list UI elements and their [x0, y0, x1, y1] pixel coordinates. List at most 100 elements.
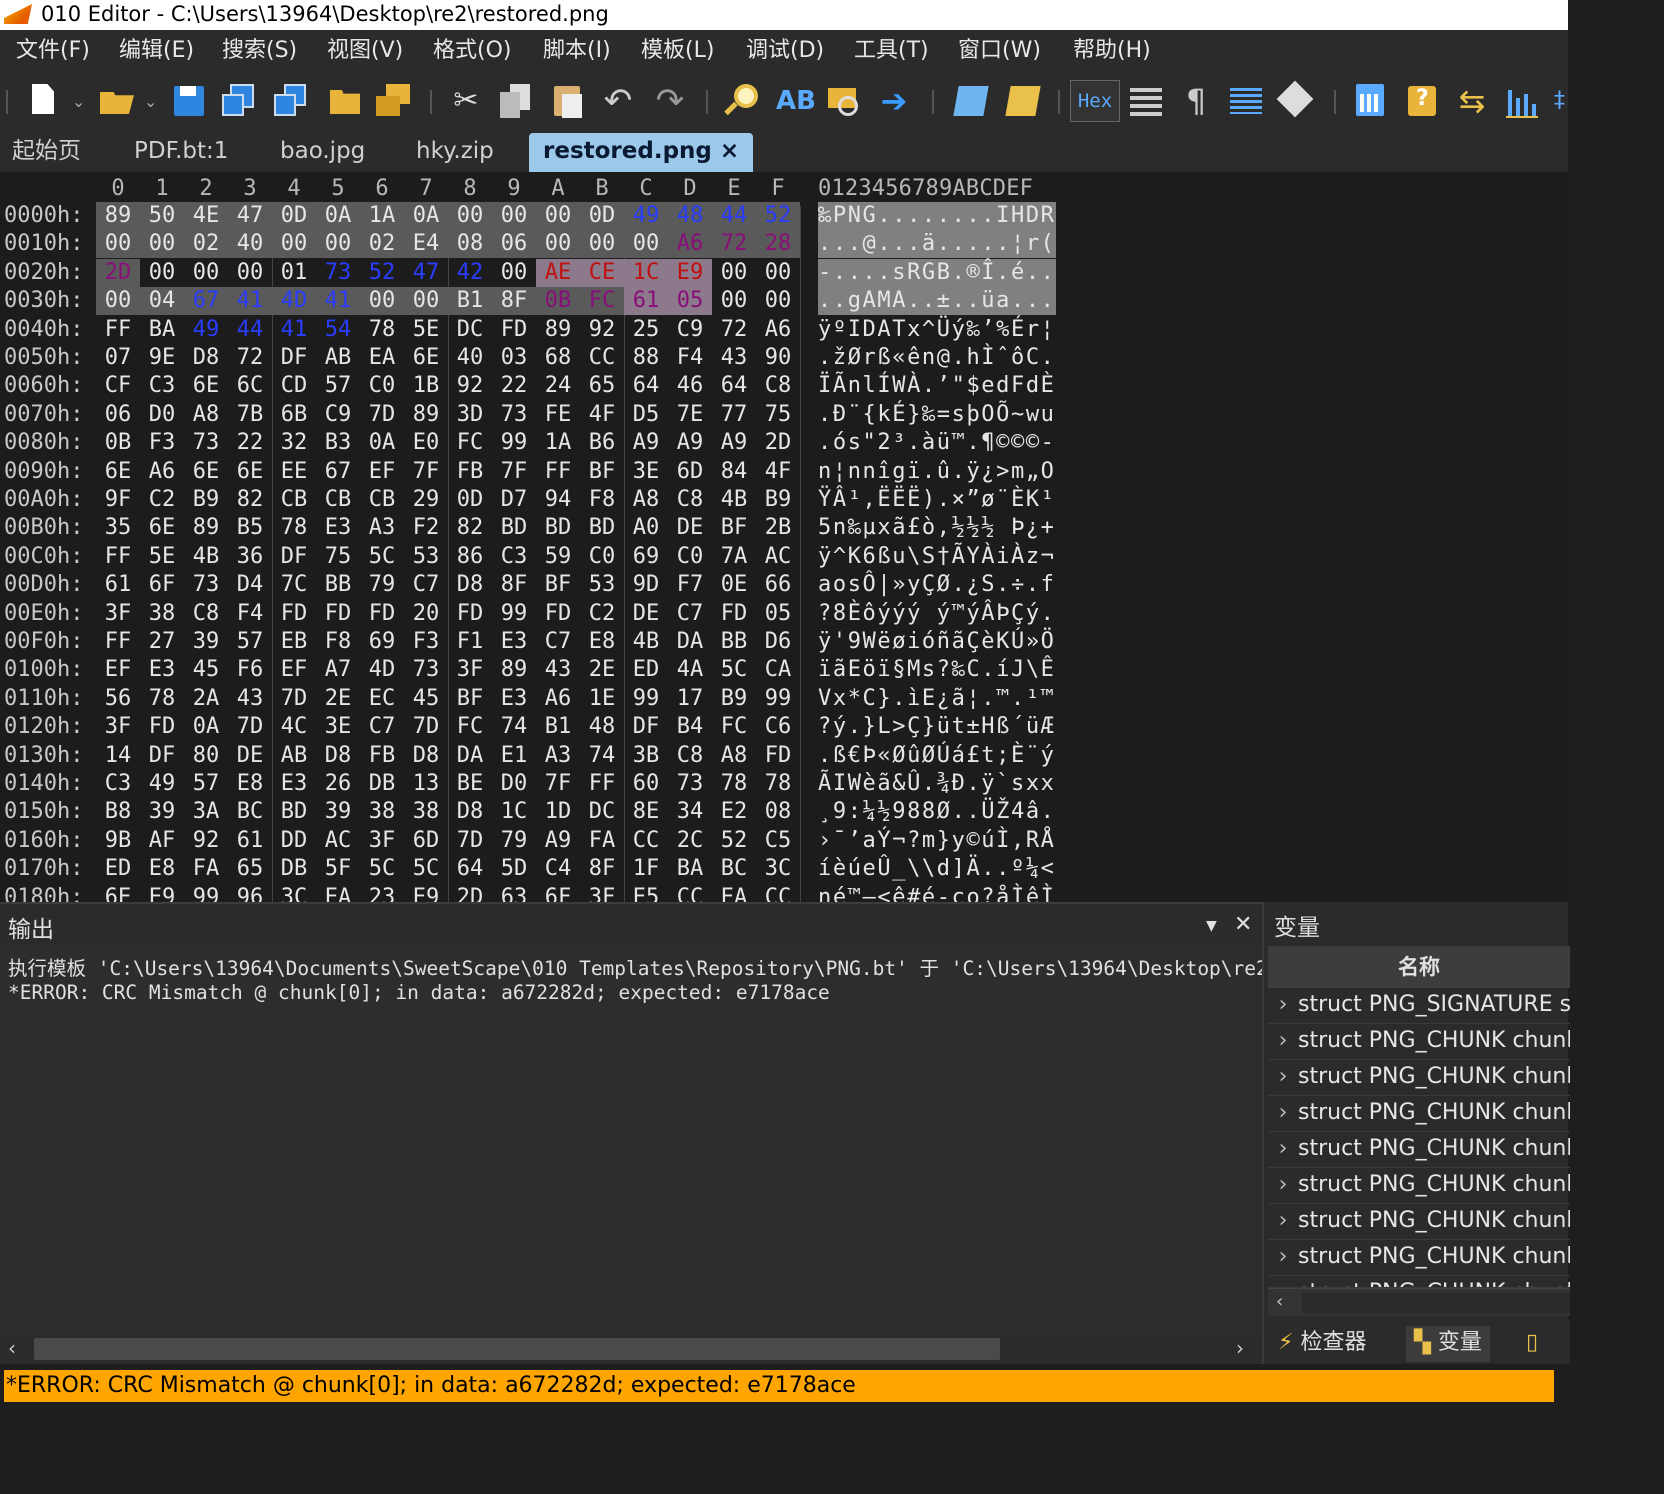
hex-byte[interactable]: 01	[272, 259, 316, 287]
hex-ascii-text[interactable]: ?8Èôýýý ý™ýÂÞÇý.	[818, 600, 1056, 628]
hex-byte[interactable]: 43	[712, 344, 756, 372]
hex-byte[interactable]: 45	[404, 685, 448, 713]
hex-byte[interactable]: E9	[668, 258, 712, 287]
hex-byte[interactable]: 88	[624, 344, 668, 372]
hex-byte[interactable]: A9	[668, 429, 712, 457]
hex-byte[interactable]: FD	[140, 713, 184, 741]
hex-byte[interactable]: 92	[580, 316, 624, 344]
hex-byte[interactable]: 73	[316, 259, 360, 287]
hex-byte[interactable]: 57	[228, 628, 272, 656]
variables-name-column-header[interactable]: 名称	[1268, 946, 1570, 988]
hex-ascii-text[interactable]: .ós"2³.àü™.¶©©©-	[818, 429, 1056, 457]
hex-byte[interactable]: E3	[316, 514, 360, 542]
hex-byte[interactable]: FF	[96, 628, 140, 656]
scroll-left-chevron-icon[interactable]: ‹	[1276, 1291, 1283, 1312]
hex-byte[interactable]: 1E	[580, 685, 624, 713]
hex-byte[interactable]: 44	[712, 202, 756, 230]
expand-chevron-icon[interactable]: ›	[1268, 1060, 1298, 1094]
hex-ascii-text[interactable]: né™–<ê#é-co?åÌêÌ	[818, 884, 1056, 902]
hex-byte[interactable]: DA	[448, 742, 492, 770]
hex-byte[interactable]: DB	[360, 770, 404, 798]
hex-byte[interactable]: BD	[492, 514, 536, 542]
replace-icon[interactable]: AB	[776, 82, 816, 120]
hex-byte[interactable]: FF	[536, 458, 580, 486]
hex-byte[interactable]: 1C	[624, 258, 668, 287]
hex-byte[interactable]: 2E	[316, 685, 360, 713]
variable-row[interactable]: ›struct PNG_CHUNK chunk[6]	[1268, 1240, 1570, 1276]
close-tab-icon[interactable]: ×	[720, 138, 739, 164]
hex-byte[interactable]: 00	[536, 230, 580, 259]
hex-ascii-text[interactable]: ŸÂ¹‚ËËË).×”ø¨ÈK¹	[818, 486, 1056, 514]
hex-byte[interactable]: 2D	[448, 884, 492, 902]
hex-byte[interactable]: FE	[536, 401, 580, 429]
hex-byte[interactable]: A0	[624, 514, 668, 542]
hex-ascii-text[interactable]: ‰PNG........IHDR	[818, 202, 1056, 230]
hex-byte[interactable]: 72	[712, 316, 756, 344]
overflow-toolbar-icon[interactable]: ‡	[1554, 82, 1568, 120]
hex-byte[interactable]: E8	[228, 770, 272, 798]
hex-byte[interactable]: 8E	[624, 798, 668, 826]
hex-byte[interactable]: CE	[580, 258, 624, 287]
menu-edit[interactable]: 编辑(E)	[119, 36, 194, 66]
hex-byte[interactable]: EB	[272, 628, 316, 656]
hex-byte[interactable]: B4	[668, 713, 712, 741]
menu-debug[interactable]: 调试(D)	[746, 36, 824, 66]
hex-byte[interactable]: 7D	[448, 827, 492, 855]
hex-byte[interactable]: C0	[360, 372, 404, 400]
hex-byte[interactable]: C8	[668, 486, 712, 514]
hex-byte[interactable]: 27	[140, 628, 184, 656]
hex-byte[interactable]: F2	[404, 514, 448, 542]
hex-byte[interactable]: BC	[228, 798, 272, 826]
hex-byte[interactable]: 07	[96, 344, 140, 372]
expand-chevron-icon[interactable]: ›	[1268, 1204, 1298, 1238]
copy-icon[interactable]	[498, 82, 534, 120]
variable-row[interactable]: ›struct PNG_CHUNK chunk[5]	[1268, 1204, 1570, 1240]
hex-byte[interactable]: C9	[316, 401, 360, 429]
hex-byte[interactable]: 3D	[448, 401, 492, 429]
hex-byte[interactable]: 6E	[184, 372, 228, 400]
hex-byte[interactable]: 6F	[536, 884, 580, 902]
cut-icon[interactable]: ✂	[448, 82, 484, 120]
hex-byte[interactable]: 0D	[448, 486, 492, 514]
hex-byte[interactable]: 64	[712, 372, 756, 400]
hex-byte[interactable]: 63	[492, 884, 536, 902]
hex-byte[interactable]: A9	[712, 429, 756, 457]
hex-byte[interactable]: D8	[184, 344, 228, 372]
hex-ascii-text[interactable]: ...@...ä.....¦r(	[818, 230, 1056, 259]
expand-chevron-icon[interactable]: ›	[1268, 1096, 1298, 1130]
menu-window[interactable]: 窗口(W)	[958, 36, 1041, 66]
hex-byte[interactable]: 7E	[668, 401, 712, 429]
tab-more[interactable]: ▯	[1526, 1326, 1538, 1362]
hex-byte[interactable]: ED	[96, 855, 140, 883]
hex-byte[interactable]: 05	[668, 287, 712, 316]
hex-byte[interactable]: 38	[140, 600, 184, 628]
variable-row[interactable]: ›struct PNG_CHUNK chunk[0]	[1268, 1024, 1570, 1060]
output-dropdown-chevron-down-icon[interactable]: ▼	[1206, 918, 1217, 934]
hex-byte[interactable]: CD	[272, 372, 316, 400]
hex-ascii-text[interactable]: aosÔ|»yÇØ.¿S.÷.f	[818, 571, 1056, 599]
hex-byte[interactable]: 5C	[712, 656, 756, 684]
open-dropdown-chevron-down-icon[interactable]: ⌄	[142, 82, 162, 120]
hex-byte[interactable]: C7	[360, 713, 404, 741]
hex-byte[interactable]: 69	[360, 628, 404, 656]
hex-ascii-text[interactable]: -....sRGB.®Î.é..	[818, 258, 1056, 287]
hex-byte[interactable]: C8	[668, 742, 712, 770]
hex-byte[interactable]: 1C	[492, 798, 536, 826]
hex-byte[interactable]: F4	[228, 600, 272, 628]
hex-byte[interactable]: 3F	[360, 827, 404, 855]
hex-byte[interactable]: 7D	[272, 685, 316, 713]
hex-byte[interactable]: 26	[316, 770, 360, 798]
hex-byte[interactable]: 02	[184, 230, 228, 259]
hex-byte[interactable]: 69	[624, 543, 668, 571]
hex-byte[interactable]: 6D	[668, 458, 712, 486]
hex-byte[interactable]: 00	[272, 230, 316, 259]
hex-byte[interactable]: FB	[448, 458, 492, 486]
hex-ascii-text[interactable]: Vx*C}.ìE¿ã¦.™.¹™	[818, 685, 1056, 713]
hex-byte[interactable]: FC	[448, 713, 492, 741]
hex-byte[interactable]: 3B	[624, 742, 668, 770]
hex-byte[interactable]: FD	[360, 600, 404, 628]
run-template-icon[interactable]	[1004, 82, 1041, 120]
hex-byte[interactable]: 61	[96, 571, 140, 599]
hex-byte[interactable]: ED	[624, 656, 668, 684]
hex-byte[interactable]: 41	[316, 287, 360, 316]
